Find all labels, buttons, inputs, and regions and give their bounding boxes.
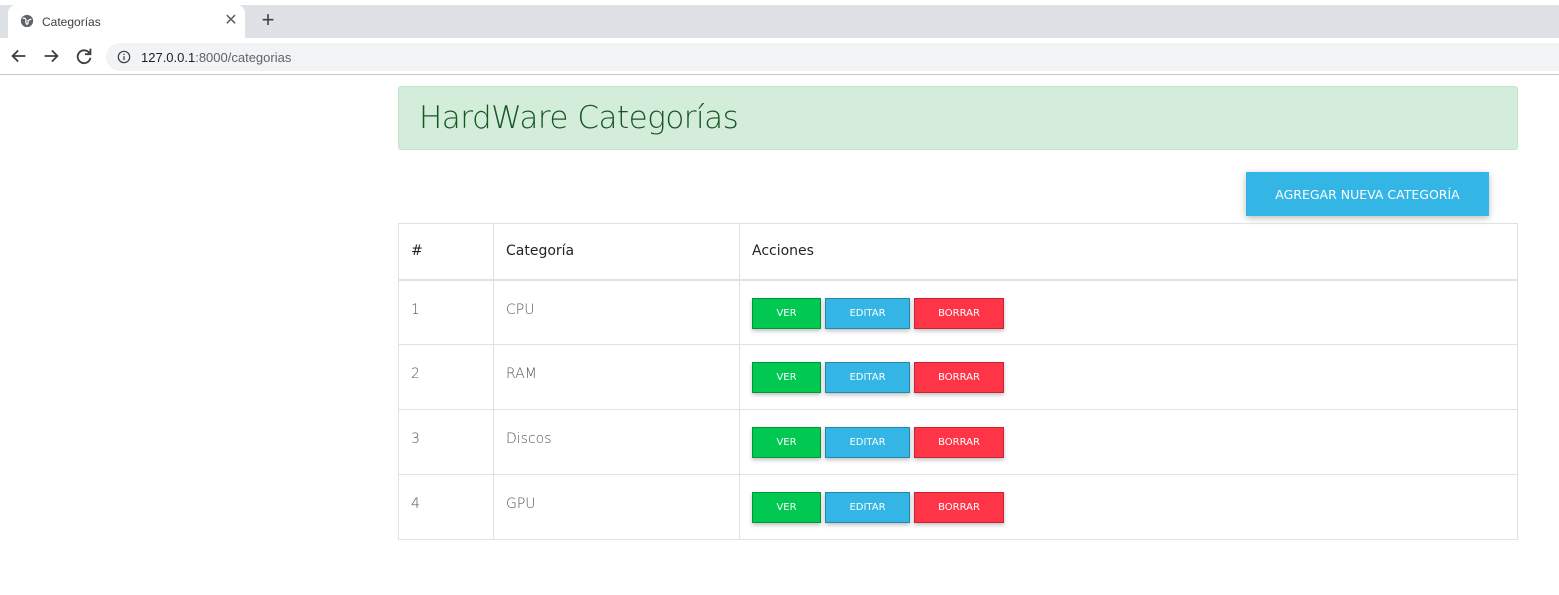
add-category-button[interactable]: AGREGAR NUEVA CATEGORÍA <box>1246 172 1489 216</box>
row-id: 1 <box>398 279 494 345</box>
table-row: 4 GPU VER EDITAR BORRAR <box>398 474 1518 540</box>
row-id: 4 <box>398 474 494 540</box>
back-arrow-icon[interactable] <box>8 45 30 67</box>
row-actions: VER EDITAR BORRAR <box>739 409 1518 475</box>
row-id: 3 <box>398 409 494 475</box>
tab-strip: Categorías ✕ + <box>0 0 1559 38</box>
view-button[interactable]: VER <box>752 492 821 523</box>
delete-button[interactable]: BORRAR <box>914 427 1004 458</box>
forward-arrow-icon[interactable] <box>40 45 62 67</box>
row-category: RAM <box>493 344 740 410</box>
table-row: 3 Discos VER EDITAR BORRAR <box>398 409 1518 475</box>
table-row: 1 CPU VER EDITAR BORRAR <box>398 279 1518 345</box>
row-actions: VER EDITAR BORRAR <box>739 344 1518 410</box>
row-category: GPU <box>493 474 740 540</box>
row-actions: VER EDITAR BORRAR <box>739 474 1518 540</box>
column-header-category: Categoría <box>493 223 740 281</box>
url-text[interactable]: 127.0.0.1:8000/categorias <box>141 50 291 65</box>
close-icon[interactable]: ✕ <box>222 12 240 30</box>
view-button[interactable]: VER <box>752 297 821 329</box>
view-button[interactable]: VER <box>752 427 821 458</box>
new-tab-plus-icon[interactable]: + <box>256 9 280 33</box>
row-category: CPU <box>493 279 740 345</box>
delete-button[interactable]: BORRAR <box>914 492 1004 523</box>
info-icon[interactable] <box>117 50 131 64</box>
browser-toolbar: 127.0.0.1:8000/categorias <box>0 38 1559 75</box>
categories-table: # Categoría Acciones 1 CPU VER EDITAR BORR… <box>398 223 1518 540</box>
address-bar[interactable]: 127.0.0.1:8000/categorias <box>106 43 1559 71</box>
row-category: Discos <box>493 409 740 475</box>
column-header-number: # <box>398 223 494 281</box>
browser-tab[interactable]: Categorías ✕ <box>8 5 245 38</box>
delete-button[interactable]: BORRAR <box>914 297 1004 329</box>
edit-button[interactable]: EDITAR <box>825 297 910 329</box>
url-host: 127.0.0.1 <box>141 50 196 65</box>
row-id: 2 <box>398 344 494 410</box>
edit-button[interactable]: EDITAR <box>825 362 910 393</box>
heading-banner: HardWare Categorías <box>398 86 1518 150</box>
page-container: HardWare Categorías AGREGAR NUEVA CATEGO… <box>398 86 1518 540</box>
row-actions: VER EDITAR BORRAR <box>739 279 1518 345</box>
url-path: :8000/categorias <box>195 50 292 65</box>
page-title: HardWare Categorías <box>419 100 739 136</box>
tab-title: Categorías <box>42 15 101 29</box>
delete-button[interactable]: BORRAR <box>914 362 1004 393</box>
column-header-actions: Acciones <box>739 223 1518 281</box>
edit-button[interactable]: EDITAR <box>825 427 910 458</box>
view-button[interactable]: VER <box>752 362 821 393</box>
edit-button[interactable]: EDITAR <box>825 492 910 523</box>
table-row: 2 RAM VER EDITAR BORRAR <box>398 344 1518 410</box>
table-header-row: # Categoría Acciones <box>398 223 1518 281</box>
reload-icon[interactable] <box>73 45 95 67</box>
globe-icon <box>20 14 34 28</box>
